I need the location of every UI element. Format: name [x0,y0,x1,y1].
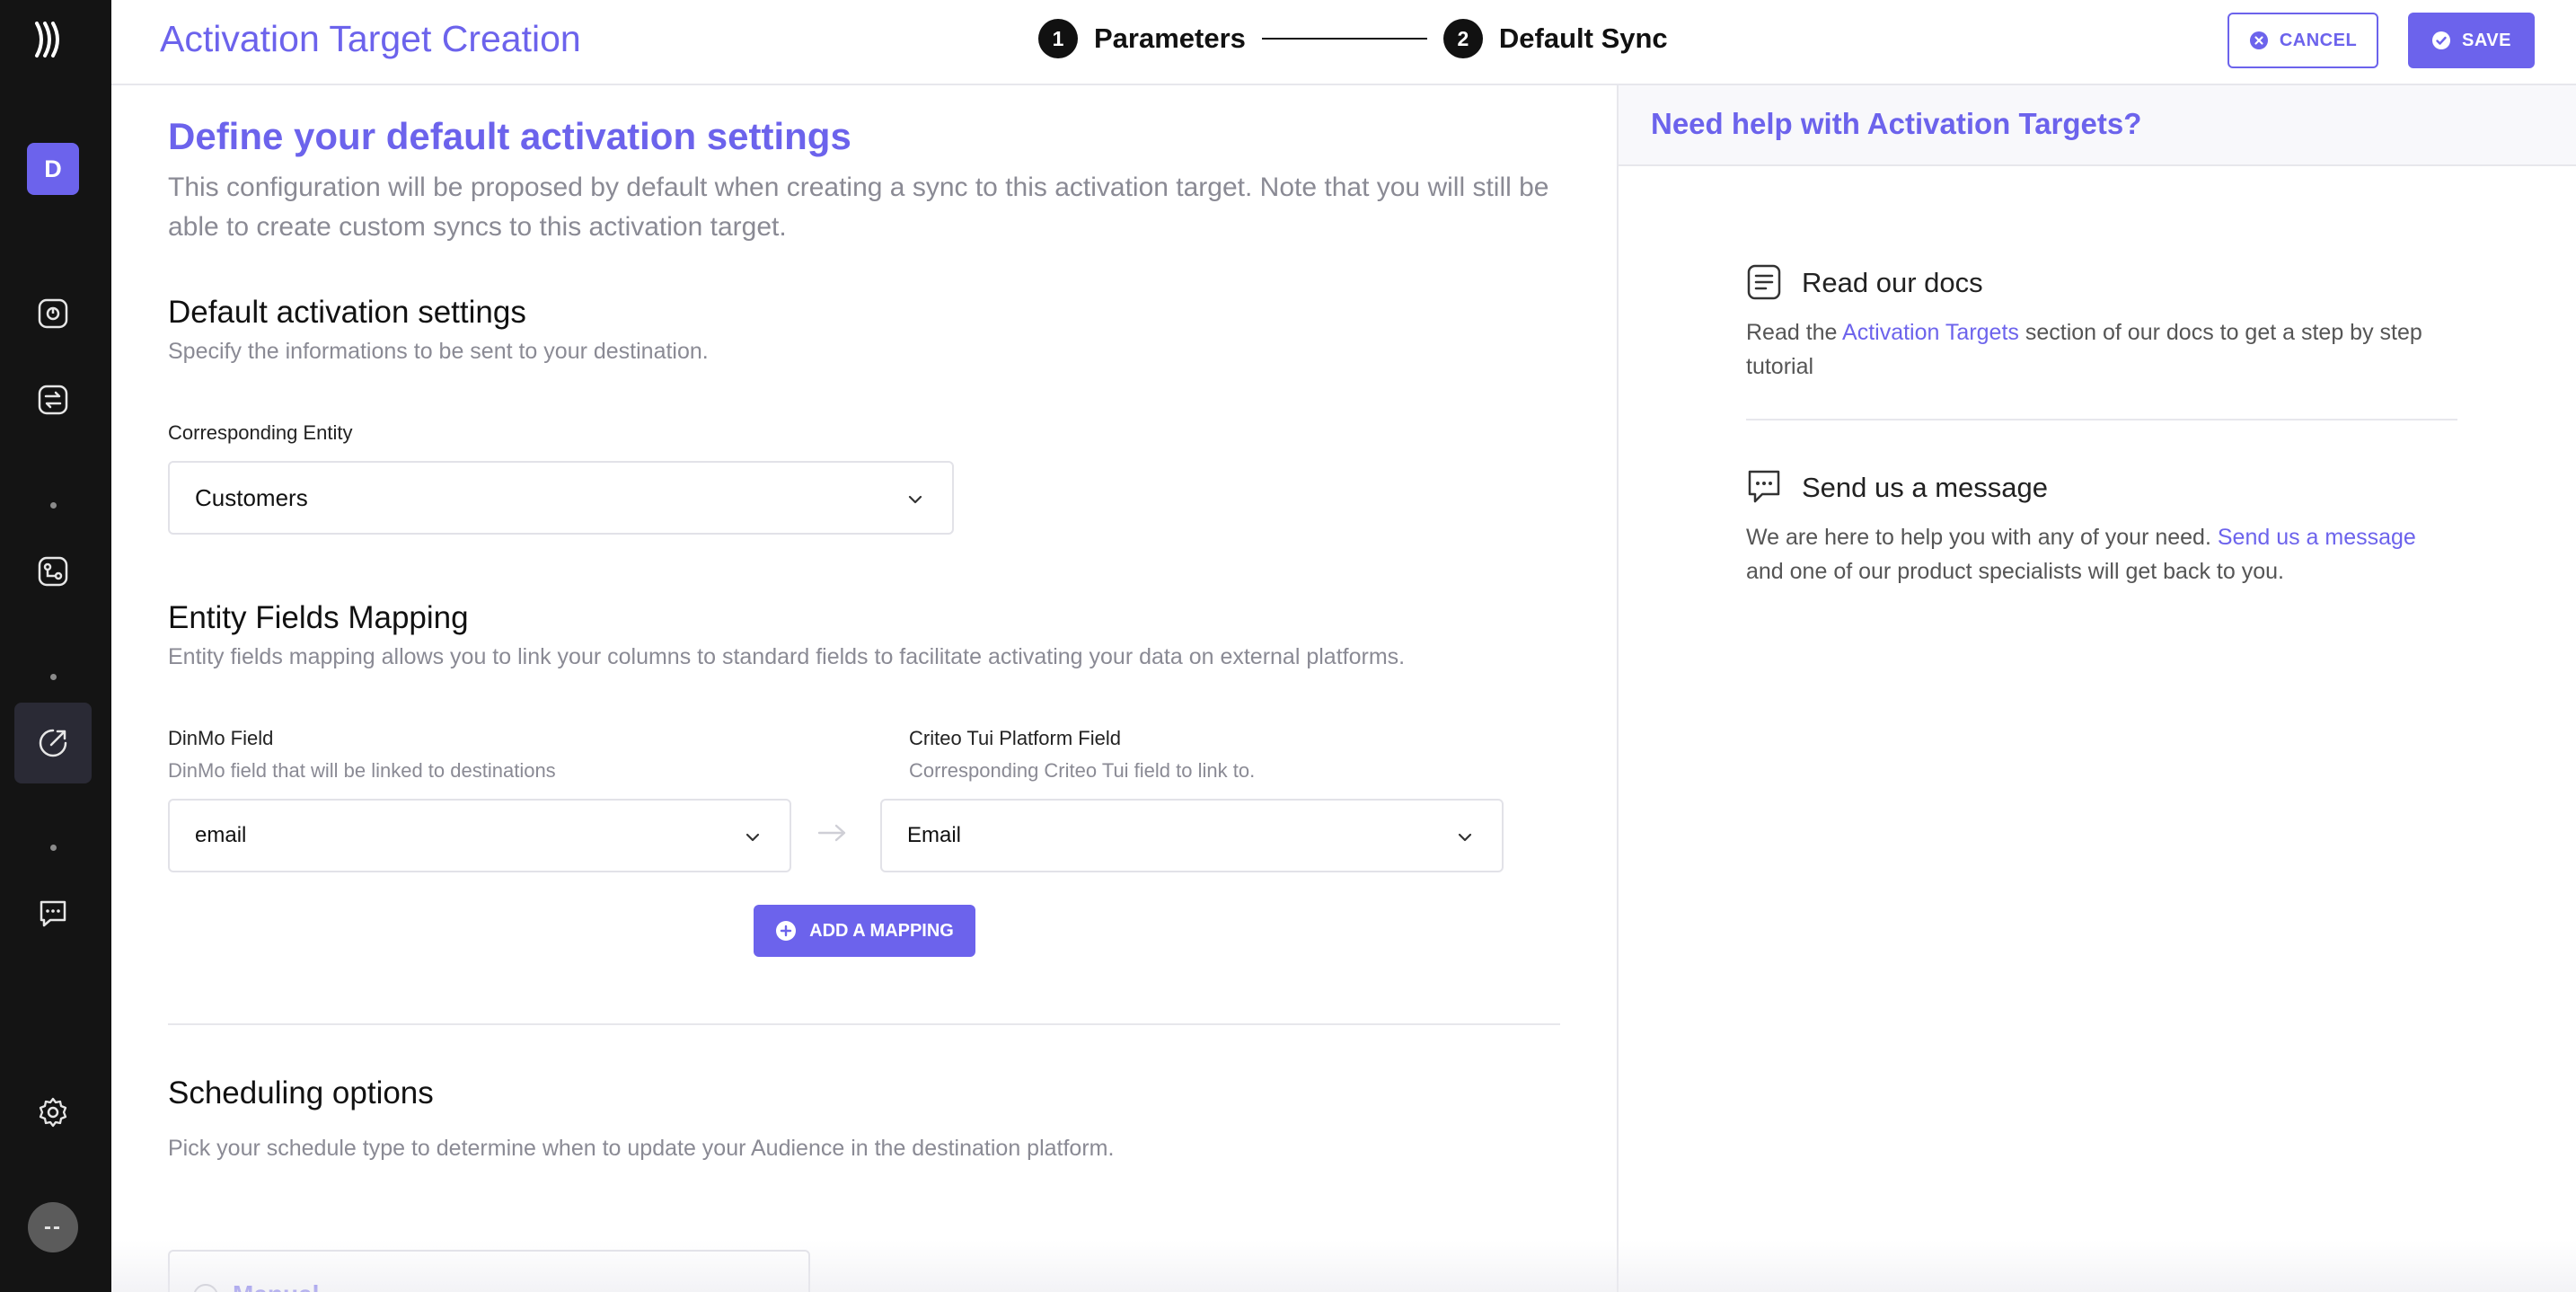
step-1-label[interactable]: Parameters [1094,22,1246,55]
main-content: Define your default activation settings … [111,85,1617,1292]
chevron-down-icon [1458,833,1472,842]
plus-circle-icon [776,921,797,941]
step-1-number[interactable]: 1 [1038,19,1078,58]
check-circle-icon [2432,31,2450,49]
dinmo-field-select[interactable]: email [168,799,791,872]
document-icon [1747,264,1781,300]
default-settings-subtitle: Specify the informations to be sent to y… [168,339,709,364]
help-panel: Need help with Activation Targets? Read … [1619,85,2576,1292]
scheduling-title: Scheduling options [168,1075,434,1111]
step-connector [1261,38,1427,40]
radio-button[interactable] [193,1284,218,1292]
sidebar-divider-dot [50,674,57,680]
mapping-subtitle: Entity fields mapping allows you to link… [168,644,1406,669]
entity-label: Corresponding Entity [168,421,353,444]
integrations-icon[interactable] [36,554,70,588]
entity-select[interactable]: Customers [168,461,954,535]
dinmo-field-help: DinMo field that will be linked to desti… [168,759,556,782]
sidebar-divider-dot [50,845,57,851]
help-title: Need help with Activation Targets? [1651,107,2142,140]
platform-field-help: Corresponding Criteo Tui field to link t… [909,759,1256,782]
chat-bubble-icon [1748,470,1780,503]
help-message-text: We are here to help you with any of your… [1746,525,2416,584]
user-avatar[interactable]: -- [28,1202,78,1252]
save-button-label: SAVE [2462,30,2511,50]
dinmo-field-label: DinMo Field [168,727,274,749]
main-intro: This configuration will be proposed by d… [168,173,1549,242]
step-2-label[interactable]: Default Sync [1499,22,1668,55]
add-mapping-button[interactable]: ADD A MAPPING [754,905,975,957]
help-docs-text: Read the Activation Targets section of o… [1746,320,2422,379]
entity-select-value: Customers [195,483,308,511]
default-settings-title: Default activation settings [168,295,526,330]
platform-field-label: Criteo Tui Platform Field [909,727,1121,749]
platform-field-value: Email [907,823,962,847]
section-divider [168,1023,1560,1025]
step-2-number[interactable]: 2 [1442,19,1483,58]
cancel-button-label: CANCEL [2279,30,2358,50]
analytics-icon[interactable] [36,296,70,331]
activation-targets-docs-link[interactable]: Activation Targets [1842,320,2019,345]
chevron-down-icon [908,495,922,504]
send-message-link[interactable]: Send us a message [2218,525,2416,550]
stepper: 1 Parameters 2 Default Sync [1038,19,1668,58]
add-mapping-label: ADD A MAPPING [809,920,954,941]
save-button[interactable]: SAVE [2408,13,2535,68]
cancel-button[interactable]: CANCEL [2228,13,2378,68]
help-message-title: Send us a message [1802,472,2049,503]
help-message-block: Send us a message We are here to help yo… [1746,468,2457,603]
dinmo-field-value: email [195,823,247,847]
schedule-option-label: Manual [233,1280,319,1292]
sidebar: D -- [0,0,111,1292]
help-docs-block: Read our docs Read the Activation Target… [1746,263,2457,398]
sync-icon[interactable] [36,383,70,417]
arrow-right-icon [817,824,846,842]
schedule-option-manual[interactable]: Manual [168,1250,810,1292]
sidebar-divider-dot [50,502,57,509]
platform-field-select[interactable]: Email [880,799,1504,872]
chat-icon[interactable] [36,897,70,931]
mapping-title: Entity Fields Mapping [168,600,469,635]
workspace-avatar[interactable]: D [27,143,79,195]
page-title: Activation Target Creation [160,18,581,59]
activation-icon[interactable] [36,726,70,760]
close-circle-icon [2249,31,2268,49]
main-title: Define your default activation settings [168,115,851,157]
scheduling-subtitle: Pick your schedule type to determine whe… [168,1136,1115,1161]
gear-icon[interactable] [36,1095,70,1129]
help-header: Need help with Activation Targets? [1619,85,2576,166]
header: Activation Target Creation 1 Parameters … [111,0,2576,85]
dinmo-waves-logo-icon[interactable] [31,20,71,59]
chevron-down-icon [745,833,760,842]
help-docs-title: Read our docs [1802,267,1983,298]
help-divider [1746,419,2457,420]
